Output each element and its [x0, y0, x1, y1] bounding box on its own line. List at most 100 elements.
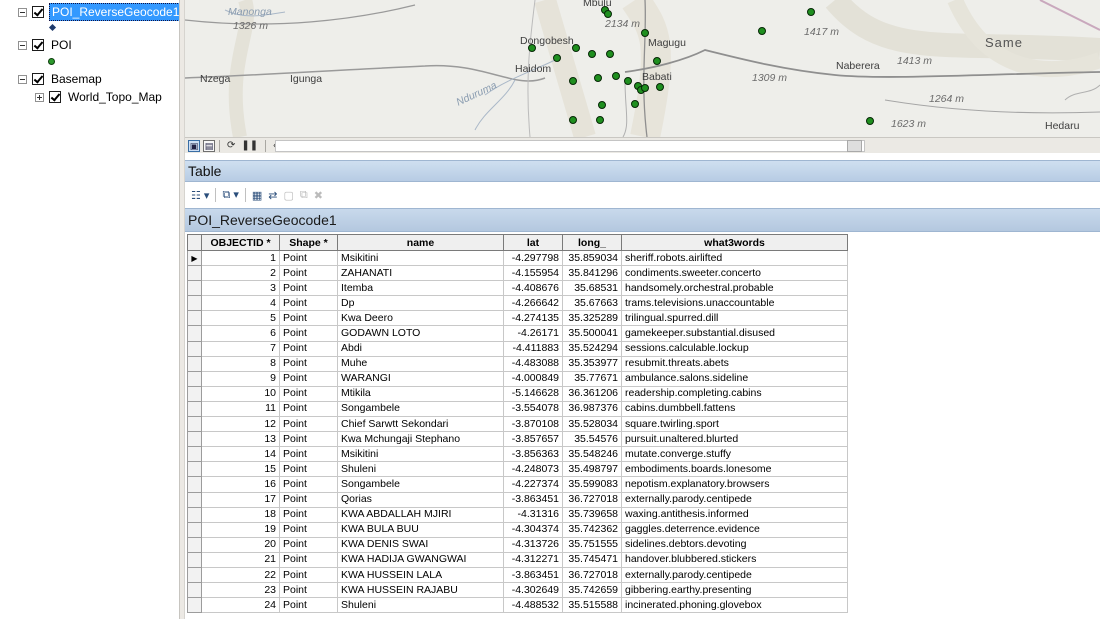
cell-long[interactable]: 35.325289 [562, 310, 622, 327]
cell-long[interactable]: 35.859034 [562, 249, 622, 267]
table-row[interactable]: 4 Point Dp -4.266642 35.67663 trams.televisio… [187, 295, 848, 312]
row-selector[interactable] [187, 597, 202, 614]
row-selector[interactable] [187, 446, 202, 463]
cell-objectid[interactable]: 12 [201, 416, 280, 433]
cell-objectid[interactable]: 14 [201, 446, 280, 463]
cell-objectid[interactable]: 11 [201, 400, 280, 418]
cell-lat[interactable]: -4.483088 [503, 355, 563, 372]
cell-what3words[interactable]: pursuit.unaltered.blurted [621, 431, 848, 448]
row-selector[interactable] [187, 416, 202, 433]
cell-name[interactable]: KWA BULA BUU [337, 521, 504, 538]
cell-shape[interactable]: Point [279, 566, 338, 584]
column-header-long[interactable]: long_ [562, 234, 622, 251]
table-row[interactable]: 18 Point KWA ABDALLAH MJIRI -4.31316 35.7396… [187, 506, 848, 523]
cell-lat[interactable]: -3.870108 [503, 416, 563, 433]
cell-what3words[interactable]: cabins.dumbbell.fattens [621, 400, 848, 418]
cell-lat[interactable]: -4.227374 [503, 476, 563, 493]
cell-name[interactable]: Chief Sarwtt Sekondari [337, 416, 504, 433]
cell-shape[interactable]: Point [279, 431, 338, 448]
cell-long[interactable]: 35.751555 [562, 536, 622, 553]
cell-lat[interactable]: -3.857657 [503, 431, 563, 448]
cell-name[interactable]: Shuleni [337, 597, 504, 614]
copy-records-icon[interactable]: ⧉ [300, 189, 308, 202]
cell-long[interactable]: 35.54576 [562, 431, 622, 448]
table-row[interactable]: 24 Point Shuleni -4.488532 35.515588 incinera… [187, 597, 848, 614]
cell-what3words[interactable]: sessions.calculable.lockup [621, 340, 848, 357]
row-selector-header[interactable] [187, 234, 202, 251]
cell-long[interactable]: 35.742659 [562, 582, 622, 599]
cell-lat[interactable]: -4.313726 [503, 536, 563, 553]
row-selector[interactable] [187, 370, 202, 387]
column-header-shape[interactable]: Shape * [279, 234, 338, 251]
cell-shape[interactable]: Point [279, 355, 338, 372]
cell-long[interactable]: 35.353977 [562, 355, 622, 372]
cell-shape[interactable]: Point [279, 597, 338, 614]
cell-objectid[interactable]: 23 [201, 582, 280, 599]
row-selector[interactable] [187, 551, 202, 568]
poi-point[interactable] [528, 44, 536, 52]
scrollbar-thumb[interactable] [847, 140, 862, 152]
cell-lat[interactable]: -5.146628 [503, 385, 563, 402]
cell-objectid[interactable]: 24 [201, 597, 280, 614]
row-selector[interactable] [187, 340, 202, 357]
cell-shape[interactable]: Point [279, 461, 338, 478]
cell-shape[interactable]: Point [279, 249, 338, 267]
select-by-attributes-icon[interactable]: ▦ [252, 189, 262, 202]
cell-long[interactable]: 35.745471 [562, 551, 622, 568]
cell-long[interactable]: 35.739658 [562, 506, 622, 523]
cell-what3words[interactable]: sidelines.debtors.devoting [621, 536, 848, 553]
cell-shape[interactable]: Point [279, 325, 338, 342]
collapse-icon[interactable] [18, 74, 27, 84]
row-selector[interactable] [187, 355, 202, 372]
table-row[interactable]: 3 Point Itemba -4.408676 35.68531 handsomely.… [187, 280, 848, 297]
poi-point[interactable] [572, 44, 580, 52]
cell-what3words[interactable]: incinerated.phoning.glovebox [621, 597, 848, 614]
layer-visibility-checkbox[interactable] [32, 73, 44, 85]
cell-objectid[interactable]: 10 [201, 385, 280, 402]
table-row[interactable]: 2 Point ZAHANATI -4.155954 35.841296 condimen… [187, 265, 848, 282]
row-selector[interactable] [187, 582, 202, 599]
poi-point[interactable] [598, 101, 606, 109]
cell-objectid[interactable]: 1 [201, 249, 280, 267]
cell-what3words[interactable]: waxing.antithesis.informed [621, 506, 848, 523]
cell-objectid[interactable]: 20 [201, 536, 280, 553]
layer-visibility-checkbox[interactable] [32, 6, 44, 18]
row-selector[interactable] [187, 461, 202, 478]
cell-long[interactable]: 35.742362 [562, 521, 622, 538]
cell-shape[interactable]: Point [279, 310, 338, 327]
poi-point[interactable] [612, 72, 620, 80]
poi-point[interactable] [553, 54, 561, 62]
cell-lat[interactable]: -4.266642 [503, 295, 563, 312]
layout-view-button[interactable]: ▤ [203, 139, 215, 152]
table-row[interactable]: 17 Point Qorias -3.863451 36.727018 externall… [187, 491, 848, 508]
cell-name[interactable]: KWA HUSSEIN LALA [337, 566, 504, 584]
cell-shape[interactable]: Point [279, 340, 338, 357]
cell-objectid[interactable]: 4 [201, 295, 280, 312]
cell-long[interactable]: 36.987376 [562, 400, 622, 418]
cell-shape[interactable]: Point [279, 280, 338, 297]
cell-name[interactable]: Itemba [337, 280, 504, 297]
table-row[interactable]: 10 Point Mtikila -5.146628 36.361206 readersh… [187, 385, 848, 402]
row-selector[interactable] [187, 491, 202, 508]
poi-point[interactable] [604, 10, 612, 18]
cell-lat[interactable]: -4.297798 [503, 249, 563, 267]
cell-what3words[interactable]: condiments.sweeter.concerto [621, 265, 848, 282]
cell-name[interactable]: ZAHANATI [337, 265, 504, 282]
cell-lat[interactable]: -4.248073 [503, 461, 563, 478]
cell-name[interactable]: Songambele [337, 476, 504, 493]
poi-point[interactable] [596, 116, 604, 124]
cell-what3words[interactable]: trams.televisions.unaccountable [621, 295, 848, 312]
cell-name[interactable]: Kwa Mchungaji Stephano [337, 431, 504, 448]
table-row[interactable]: 8 Point Muhe -4.483088 35.353977 resubmit.thr… [187, 355, 848, 372]
poi-point[interactable] [569, 77, 577, 85]
cell-objectid[interactable]: 5 [201, 310, 280, 327]
row-selector[interactable] [187, 280, 202, 297]
cell-objectid[interactable]: 3 [201, 280, 280, 297]
layer-name[interactable]: World_Topo_Map [66, 89, 164, 105]
row-selector[interactable] [187, 295, 202, 312]
cell-long[interactable]: 35.841296 [562, 265, 622, 282]
column-header-objectid[interactable]: OBJECTID * [201, 234, 280, 251]
cell-shape[interactable]: Point [279, 295, 338, 312]
cell-name[interactable]: GODAWN LOTO [337, 325, 504, 342]
table-options-icon[interactable]: ☷ ▾ [191, 189, 209, 202]
